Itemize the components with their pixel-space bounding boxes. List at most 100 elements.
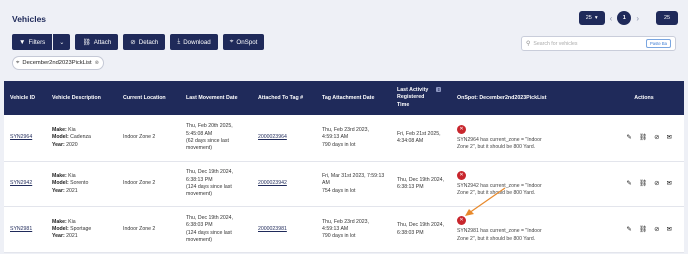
model-label: Model:	[52, 134, 69, 141]
page-size-value: 25	[585, 15, 592, 21]
search-input[interactable]	[533, 40, 646, 47]
tag-attachment-cell: Thu, Feb 23rd 2023, 4:59:13 AM 790 days …	[316, 207, 391, 252]
tag-link[interactable]: 2000023964	[258, 134, 287, 141]
paste-button[interactable]: Paste Ba	[646, 39, 671, 48]
attach-button[interactable]: ⛓ Attach	[75, 34, 119, 50]
edit-icon[interactable]: ✎	[626, 133, 631, 142]
header-attached-tag[interactable]: Attached To Tag #	[252, 81, 316, 115]
close-icon[interactable]: ⊗	[95, 60, 99, 66]
last-activity-cell: Fri, Feb 21st 2025, 4:34:08 AM	[391, 115, 451, 161]
mail-icon[interactable]: ✉	[667, 225, 672, 234]
year-value: 2021	[66, 233, 78, 240]
header-last-activity-line1: Last Activity	[397, 87, 429, 94]
tag-attachment-cell: Fri, Mar 31st 2023, 7:59:13 AM 754 days …	[316, 162, 391, 206]
header-actions: Actions	[634, 95, 654, 101]
year-label: Year:	[52, 141, 65, 148]
pagination-controls: 25 ▾ ‹ 1 › 25	[578, 11, 678, 25]
edit-icon[interactable]: ✎	[626, 225, 631, 234]
movement-suffix-line: movement)	[186, 191, 212, 198]
actions-cell: ✎ ⛓ ⊘ ✉	[584, 115, 684, 161]
download-label: Download	[183, 38, 211, 46]
annotation-arrow	[465, 187, 506, 216]
error-icon: ✕	[457, 124, 466, 134]
page-size-select[interactable]: 25 ▾	[578, 11, 605, 25]
total-pages-select[interactable]: 25	[656, 11, 678, 25]
vehicle-id-cell: SYN2942	[4, 162, 46, 206]
vehicle-id-link[interactable]: SYN2942	[10, 180, 32, 187]
last-activity-cell: Thu, Dec 19th 2024, 6:38:03 PM	[391, 207, 451, 252]
header-description[interactable]: Vehicle Description	[46, 81, 117, 115]
header-last-activity-line3: Time	[397, 101, 410, 108]
tag-days-line: 754 days in lot	[322, 187, 356, 194]
location-cell: Indoor Zone 2	[123, 180, 156, 187]
filters-dropdown-button[interactable]: ⌄	[53, 34, 71, 50]
vehicles-table: Vehicle ID Vehicle Description Current L…	[4, 81, 684, 253]
location-cell: Indoor Zone 2	[123, 225, 156, 232]
make-label: Make:	[52, 173, 67, 180]
tag-link[interactable]: 2000023942	[258, 180, 287, 187]
edit-icon[interactable]: ✎	[626, 179, 631, 188]
tag-link[interactable]: 2000023981	[258, 226, 287, 233]
header-onspot[interactable]: OnSpot: December2nd2023PickList	[451, 81, 584, 115]
vehicle-id-link[interactable]: SYN2964	[10, 134, 32, 141]
vehicle-id-cell: SYN2964	[4, 115, 46, 161]
description-cell: Make: Kia Model: Sportage Year: 2021	[46, 207, 117, 252]
model-label: Model:	[52, 225, 69, 232]
onspot-label: OnSpot	[236, 38, 258, 46]
unlink-icon[interactable]: ⊘	[654, 225, 659, 234]
make-label: Make:	[52, 218, 67, 225]
make-value: Kia	[68, 218, 76, 225]
header-last-activity[interactable]: Last Activity ⇕ Registered Time	[391, 81, 451, 115]
last-movement-cell: Thu, Dec 19th 2024, 6:38:03 PM (124 days…	[180, 207, 252, 252]
description-cell: Make: Kia Model: Cadenza Year: 2020	[46, 115, 117, 161]
header-location[interactable]: Current Location	[117, 81, 180, 115]
movement-time-line: 6:38:03 PM	[186, 222, 213, 229]
model-value: Cadenza	[70, 134, 91, 141]
download-button[interactable]: ⤓ Download	[170, 34, 218, 50]
activity-date-line: Thu, Dec 19th 2024,	[397, 176, 445, 183]
location-pin-icon: ⌖	[229, 38, 234, 45]
picklist-chip[interactable]: ⌖ December2nd2023PickList ⊗	[12, 56, 104, 70]
current-page[interactable]: 1	[617, 11, 632, 25]
make-value: Kia	[68, 127, 76, 134]
vehicle-id-link[interactable]: SYN2981	[10, 226, 32, 233]
unlink-icon[interactable]: ⊘	[654, 133, 659, 142]
make-label: Make:	[52, 127, 67, 134]
chevron-down-icon: ▾	[594, 15, 598, 21]
detach-button[interactable]: ⊘ Detach	[123, 34, 166, 50]
prev-page-button[interactable]: ‹	[610, 14, 613, 23]
movement-suffix-line: movement)	[186, 145, 212, 152]
filters-button[interactable]: ▼ Filters	[12, 34, 53, 50]
picklist-chip-label: December2nd2023PickList	[22, 60, 92, 66]
unlink-icon[interactable]: ⊘	[654, 179, 659, 188]
tag-date-line: Thu, Feb 23rd 2023,	[322, 127, 370, 134]
location-pin-icon: ⌖	[16, 59, 20, 66]
download-icon: ⤓	[177, 38, 181, 45]
model-value: Sorento	[70, 180, 89, 187]
onspot-message-line: Zone 2", but it should be 800 Yard.	[457, 235, 536, 242]
link-icon[interactable]: ⛓	[639, 133, 647, 142]
movement-days-line: (124 days since last	[186, 184, 232, 190]
error-icon: ✕	[457, 170, 466, 180]
year-value: 2020	[66, 141, 78, 148]
link-icon[interactable]: ⛓	[639, 179, 647, 188]
header-last-movement[interactable]: Last Movement Date	[180, 81, 252, 115]
tag-cell: 2000023964	[252, 115, 316, 161]
activity-time-line: 4:34:08 AM	[397, 138, 424, 144]
onspot-cell: ✕ SYN2964 has current_zone = "Indoor Zon…	[451, 115, 584, 161]
activity-time-line: 6:38:03 PM	[397, 229, 424, 236]
vehicle-id-cell: SYN2981	[4, 207, 46, 252]
year-value: 2021	[66, 187, 78, 194]
header-tag-attachment[interactable]: Tag Attachment Date	[316, 81, 391, 115]
mail-icon[interactable]: ✉	[667, 133, 672, 142]
next-page-button[interactable]: ›	[636, 14, 639, 23]
movement-time-line: 5:45:08 AM	[186, 130, 213, 137]
header-vehicle-id[interactable]: Vehicle ID	[4, 81, 46, 115]
onspot-button[interactable]: ⌖ OnSpot	[222, 34, 265, 50]
search-box: ⚲ Paste Ba	[521, 36, 676, 51]
sort-icon[interactable]: ⇕	[436, 87, 442, 93]
model-label: Model:	[52, 180, 69, 187]
link-icon[interactable]: ⛓	[639, 225, 647, 234]
last-movement-cell: Thu, Feb 20th 2025, 5:45:08 AM (62 days …	[180, 115, 252, 161]
mail-icon[interactable]: ✉	[667, 179, 672, 188]
